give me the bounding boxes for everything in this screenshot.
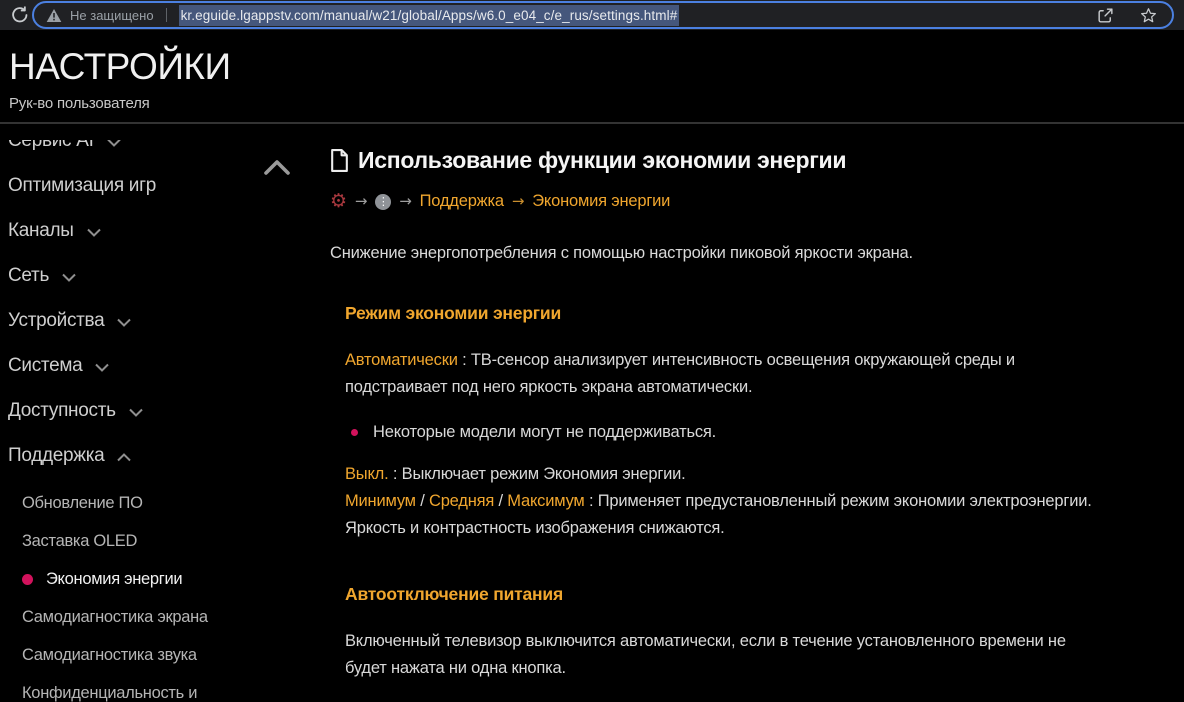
- breadcrumb: ⚙ → ⋮ → Поддержка → Экономия энергии: [330, 188, 1096, 215]
- sidebar-item-support[interactable]: Поддержка: [0, 433, 312, 478]
- collapse-toc-button[interactable]: [261, 156, 293, 178]
- address-bar[interactable]: Не защищено kr.eguide.lgappstv.com/manua…: [32, 1, 1174, 29]
- url-input[interactable]: kr.eguide.lgappstv.com/manual/w21/global…: [179, 5, 680, 26]
- address-separator: [166, 8, 167, 22]
- term-auto: Автоматически: [345, 351, 458, 369]
- sidebar-subitem-screen-self-diagnosis[interactable]: Самодиагностика экрана: [0, 598, 312, 636]
- term-medium: Средняя: [429, 492, 494, 510]
- breadcrumb-arrow: →: [355, 188, 367, 215]
- share-icon: [1096, 6, 1115, 25]
- site-header: НАСТРОЙКИ Рук-во пользователя: [0, 30, 1184, 124]
- breadcrumb-energy-saving-link[interactable]: Экономия энергии: [532, 188, 670, 215]
- breadcrumb-support-link[interactable]: Поддержка: [420, 188, 504, 215]
- page-title: НАСТРОЙКИ: [9, 46, 1184, 88]
- chevron-down-icon: [107, 140, 121, 147]
- paragraph-auto: Автоматически : ТВ-сенсор анализирует ин…: [345, 347, 1096, 401]
- chevron-down-icon: [62, 273, 76, 282]
- paragraph-min-mid-max: Минимум / Средняя / Максимум : Применяет…: [345, 488, 1096, 542]
- chevron-up-icon: [117, 453, 131, 462]
- bullet-dot-icon: [351, 429, 358, 436]
- security-label[interactable]: Не защищено: [70, 8, 154, 23]
- sidebar-subitem-sound-self-diagnosis[interactable]: Самодиагностика звука: [0, 636, 312, 674]
- sidebar-item-accessibility[interactable]: Доступность: [0, 388, 312, 433]
- section-heading: Автоотключение питания: [345, 581, 1096, 608]
- note-item: Некоторые модели могут не поддерживаться…: [345, 419, 1096, 446]
- paragraph-off: Выкл. : Выключает режим Экономия энергии…: [345, 461, 1096, 488]
- term-minimum: Минимум: [345, 492, 416, 510]
- sidebar-subitem-software-update[interactable]: Обновление ПО: [0, 484, 312, 522]
- chevron-up-icon: [262, 157, 292, 177]
- definitions-block: Выкл. : Выключает режим Экономия энергии…: [345, 461, 1096, 542]
- intro-paragraph: Снижение энергопотребления с помощью нас…: [330, 240, 1096, 267]
- settings-gear-icon[interactable]: ⚙: [330, 192, 347, 211]
- sidebar-toc: Сервис AI Оптимизация игр Каналы Сеть Ус…: [0, 140, 312, 702]
- reload-button[interactable]: [9, 4, 31, 26]
- document-icon: [330, 149, 349, 172]
- reload-icon: [10, 5, 30, 25]
- star-icon: [1139, 6, 1158, 25]
- chevron-down-icon: [87, 228, 101, 237]
- sidebar-subitem-oled-screensaver[interactable]: Заставка OLED: [0, 522, 312, 560]
- sidebar-item-system[interactable]: Система: [0, 343, 312, 388]
- breadcrumb-arrow: →: [512, 188, 524, 215]
- article-title: Использование функции экономии энергии: [358, 146, 846, 174]
- share-button[interactable]: [1096, 6, 1115, 25]
- active-item-dot: [22, 574, 33, 585]
- section-energy-saving-mode: Режим экономии энергии Автоматически : Т…: [330, 300, 1096, 702]
- chevron-down-icon: [129, 408, 143, 417]
- not-secure-warning-icon[interactable]: [46, 8, 62, 23]
- section-heading: Режим экономии энергии: [345, 300, 1096, 327]
- sidebar-subitem-energy-saving[interactable]: Экономия энергии: [0, 560, 312, 598]
- sidebar-item-devices[interactable]: Устройства: [0, 298, 312, 343]
- bookmark-button[interactable]: [1139, 6, 1158, 25]
- main-content: Использование функции экономии энергии ⚙…: [330, 146, 1096, 702]
- term-maximum: Максимум: [507, 492, 584, 510]
- sidebar-item-channels[interactable]: Каналы: [0, 208, 312, 253]
- page-subtitle: Рук-во пользователя: [9, 95, 1184, 112]
- paragraph-auto-power-off: Включенный телевизор выключится автомати…: [345, 628, 1096, 682]
- term-off: Выкл.: [345, 465, 388, 483]
- sidebar-item-network[interactable]: Сеть: [0, 253, 312, 298]
- breadcrumb-arrow: →: [399, 188, 411, 215]
- all-settings-dots-icon[interactable]: ⋮: [375, 194, 391, 210]
- browser-toolbar: Не защищено kr.eguide.lgappstv.com/manua…: [0, 0, 1184, 30]
- chevron-down-icon: [117, 318, 131, 327]
- chevron-down-icon: [95, 363, 109, 372]
- sidebar-subitem-privacy[interactable]: Конфиденциальность и: [0, 674, 312, 702]
